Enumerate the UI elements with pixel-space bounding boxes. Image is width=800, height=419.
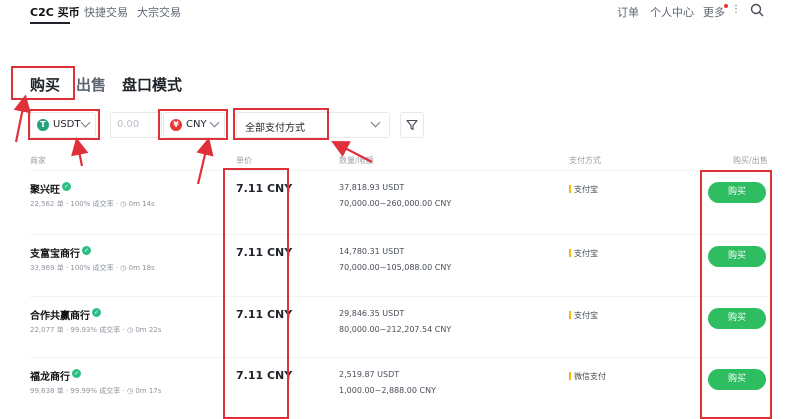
arrow-to-currency bbox=[196, 137, 214, 185]
arrow-to-coin bbox=[71, 137, 89, 167]
annotation-arrows bbox=[13, 94, 373, 185]
arrow-to-buy-tab bbox=[13, 94, 31, 143]
arrow-to-payment bbox=[331, 140, 373, 163]
